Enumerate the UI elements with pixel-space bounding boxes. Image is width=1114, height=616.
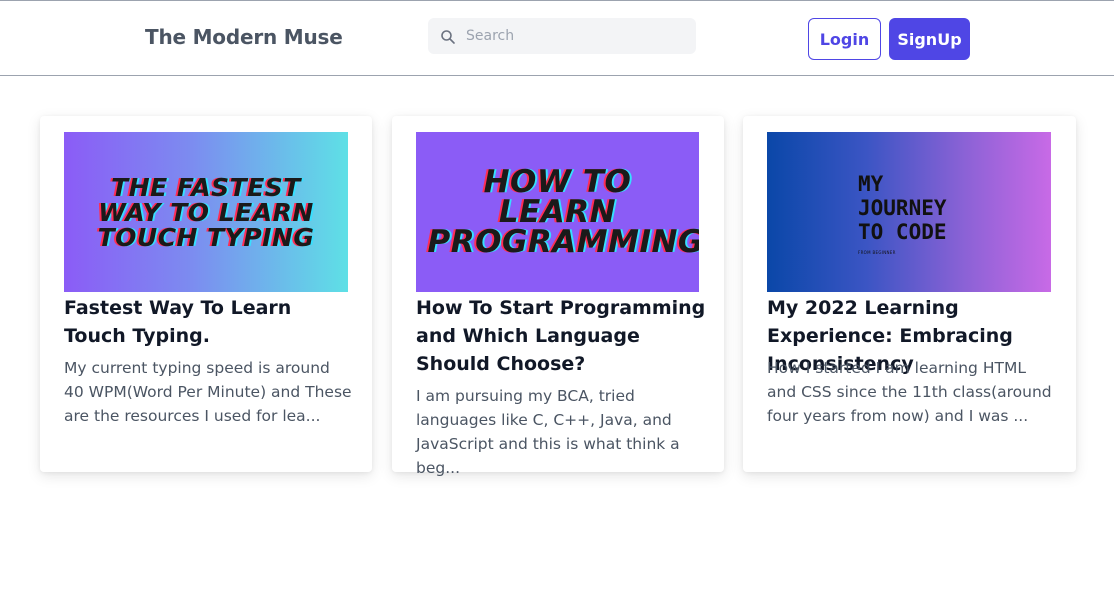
signup-button[interactable]: SignUp <box>889 18 970 60</box>
login-button[interactable]: Login <box>808 18 881 60</box>
post-excerpt: How I started I am learning HTML and CSS… <box>767 359 1052 425</box>
post-excerpt: I am pursuing my BCA, tried languages li… <box>416 387 680 477</box>
navbar: The Modern Muse Login SignUp <box>0 0 1114 76</box>
post-excerpt: My current typing speed is around 40 WPM… <box>64 359 352 425</box>
post-thumbnail[interactable]: HOW TO LEARN PROGRAMMING <box>416 132 699 292</box>
post-thumbnail[interactable]: MY JOURNEY TO CODE FROM BEGINNER <box>767 132 1051 292</box>
search-input[interactable] <box>466 18 686 54</box>
post-card[interactable]: MY JOURNEY TO CODE FROM BEGINNER My 2022… <box>743 116 1076 472</box>
search-icon <box>441 30 455 44</box>
search-bar[interactable] <box>428 18 696 54</box>
thumbnail-text: MY JOURNEY TO CODE <box>858 172 947 244</box>
post-card[interactable]: THE FASTEST WAY TO LEARN TOUCH TYPING Fa… <box>40 116 372 472</box>
thumbnail-subtext: FROM BEGINNER <box>858 250 896 255</box>
post-card[interactable]: HOW TO LEARN PROGRAMMING How To Start Pr… <box>392 116 724 477</box>
post-thumbnail[interactable]: THE FASTEST WAY TO LEARN TOUCH TYPING <box>64 132 348 292</box>
post-title[interactable]: Fastest Way To Learn Touch Typing. <box>64 294 356 350</box>
site-brand[interactable]: The Modern Muse <box>145 25 343 49</box>
post-title[interactable]: How To Start Programming and Which Langu… <box>416 294 708 378</box>
thumbnail-text: THE FASTEST WAY TO LEARN TOUCH TYPING <box>97 172 315 252</box>
thumbnail-text-block: MY JOURNEY TO CODE FROM BEGINNER <box>858 172 968 255</box>
thumbnail-text: HOW TO LEARN PROGRAMMING <box>427 164 700 260</box>
